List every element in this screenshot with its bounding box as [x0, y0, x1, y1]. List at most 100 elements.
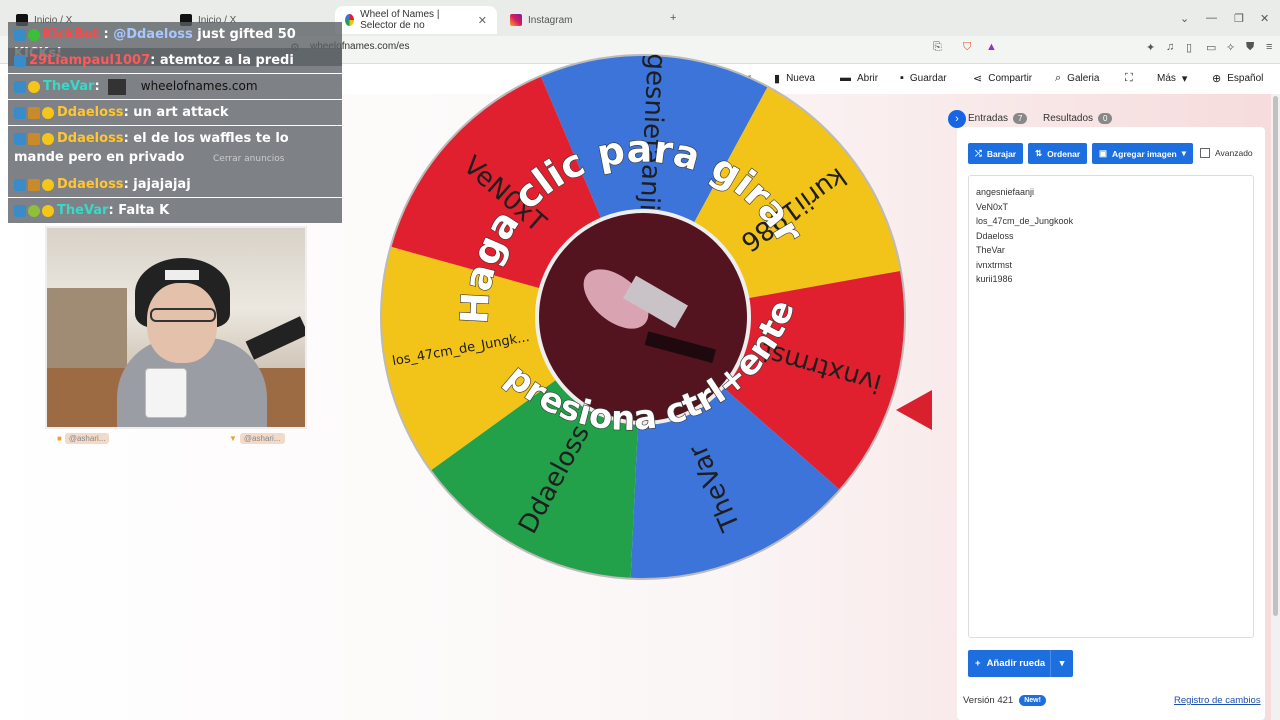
wheel-graphic[interactable]: gesniefaanji kurii1986ivnxtrmstTheVarDdae… [376, 39, 910, 595]
caret-down-icon: ▾ [1059, 658, 1065, 669]
gallery-label: Galeria [1067, 73, 1100, 84]
entries-count-badge: 7 [1013, 113, 1028, 124]
wheel-favicon-icon [345, 14, 355, 26]
advanced-checkbox[interactable] [1200, 148, 1210, 158]
moderator-badge-icon [14, 28, 26, 41]
add-wheel-dropdown[interactable]: ▾ [1050, 650, 1073, 677]
entry-line: TheVar [976, 245, 1005, 255]
tab-label: Wheel of Names | Selector de no [360, 9, 440, 31]
share-label: Compartir [988, 73, 1033, 84]
music-icon[interactable]: ♫ [1166, 41, 1174, 53]
shuffle-button[interactable]: ⤮ Barajar [968, 143, 1024, 164]
gift-badge-icon [42, 132, 54, 145]
sort-icon: ⇅ [1035, 148, 1043, 158]
tab-entries[interactable]: Entradas 7 [968, 113, 1028, 124]
chat-message: 29Liampaul1007: atemtoz a la predi [8, 48, 342, 73]
close-ads-text[interactable]: Cerrar anuncios [213, 154, 284, 164]
moderator-badge-icon [14, 132, 26, 145]
instagram-icon: ■ [57, 434, 62, 443]
shuffle-label: Barajar [986, 148, 1017, 159]
tab-results-label: Resultados [1043, 113, 1094, 124]
entry-line: Ddaeloss [976, 230, 1014, 241]
cam-person-face [147, 283, 217, 363]
entry-line: kurii1986 [976, 274, 1013, 284]
rewards-icon[interactable]: ▲ [986, 41, 997, 53]
sort-button[interactable]: ⇅ Ordenar [1028, 143, 1088, 164]
more-button[interactable]: Más ▾ [1157, 72, 1187, 85]
new-badge[interactable]: New! [1019, 695, 1046, 706]
social-handle-text: @ashari... [239, 433, 285, 444]
gallery-button[interactable]: ⌕ Galeria [1055, 72, 1099, 85]
sub-badge-icon [28, 106, 40, 119]
tab-search-icon[interactable]: ⌄ [1180, 12, 1189, 25]
save-label: Guardar [909, 72, 947, 84]
chat-username: 29Liampaul1007 [29, 53, 151, 68]
advanced-label: Avanzado [1215, 148, 1253, 158]
wheel[interactable]: gesniefaanji kurii1986 ivnxtrmst TheVar Ddae… [376, 39, 910, 595]
gift-badge-icon [42, 178, 54, 191]
entry-line: VeN0xT [976, 201, 1009, 212]
menu-icon[interactable]: ≡ [1266, 41, 1272, 53]
chat-username: KickBot [43, 27, 99, 42]
brave-shield-icon[interactable]: ⛉ [963, 41, 971, 54]
moderator-badge-icon [14, 80, 26, 93]
new-tab-icon[interactable]: + [670, 12, 676, 24]
share-button[interactable]: ⋖ Compartir [973, 72, 1032, 85]
maximize-icon[interactable]: ❐ [1234, 12, 1244, 25]
chat-username: TheVar [57, 203, 109, 218]
minimize-icon[interactable]: — [1206, 12, 1217, 24]
close-icon[interactable]: ✕ [478, 14, 487, 27]
sidebar-icon[interactable]: ▯ [1186, 41, 1192, 54]
vpn-icon[interactable]: ⛊ [1246, 41, 1254, 54]
caret-down-icon: ▾ [1181, 73, 1188, 85]
webcam-feed [45, 226, 307, 429]
add-image-button[interactable]: ▣ Agregar imagen ▾ [1092, 143, 1194, 164]
moderator-badge-icon [14, 54, 26, 67]
wallet-icon[interactable]: ▭ [1206, 41, 1216, 54]
language-button[interactable]: ⊕ Español [1212, 72, 1263, 85]
fullscreen-icon: ⛶ [1125, 72, 1133, 84]
add-wheel-button[interactable]: + Añadir rueda ▾ [968, 650, 1073, 677]
search-icon: ⌕ [1055, 72, 1062, 84]
collapse-panel-button[interactable]: › [948, 110, 966, 128]
extension-icon[interactable]: ✦ [1146, 41, 1155, 54]
language-label: Español [1227, 73, 1264, 84]
gift-badge-icon [42, 204, 54, 217]
chat-username: Ddaeloss [57, 177, 124, 192]
cam-microphone [245, 316, 305, 360]
chat-username: Ddaeloss [57, 131, 124, 146]
add-wheel-label: Añadir rueda [986, 658, 1046, 669]
add-image-label: Agregar imagen [1112, 148, 1177, 159]
entry-line: angesniefaanji [976, 187, 1035, 197]
advanced-toggle[interactable]: Avanzado [1200, 148, 1253, 158]
tab-results[interactable]: Resultados 0 [1043, 113, 1113, 124]
browser-tab[interactable]: Instagram [500, 6, 582, 34]
version-info: Versión 421 New! [963, 695, 1046, 706]
moderator-badge-icon [14, 204, 26, 217]
ai-icon[interactable]: ✧ [1226, 41, 1235, 54]
chat-username: Ddaeloss [57, 105, 124, 120]
chat-username: TheVar [43, 79, 95, 94]
chat-text: : atemtoz a la predi [150, 53, 294, 68]
verified-badge-icon [28, 28, 40, 41]
entries-textarea[interactable]: angesniefaanji VeN0xT los_47cm_de_Jungko… [968, 175, 1254, 638]
image-icon: ▣ [1099, 148, 1108, 158]
fullscreen-button[interactable]: ⛶ [1125, 72, 1133, 85]
window-close-icon[interactable]: ✕ [1260, 12, 1269, 25]
gift-badge-icon [42, 106, 54, 119]
chat-text: : [94, 79, 100, 94]
chat-text: : jajajajaj [123, 177, 191, 192]
sub-badge-icon [28, 178, 40, 191]
results-count-badge: 0 [1098, 113, 1113, 124]
chat-message: Ddaeloss: un art attack [8, 100, 342, 125]
translate-icon[interactable]: ⎘ [933, 41, 942, 54]
shuffle-icon: ⤮ [975, 148, 982, 158]
chat-message: TheVar: Falta K [8, 198, 342, 223]
tab-label: Instagram [528, 14, 573, 26]
scrollbar-thumb[interactable] [1273, 96, 1278, 616]
cam-mug [145, 368, 187, 418]
chat-message: Ddaeloss: el de los waffles te lo mande … [8, 126, 342, 172]
changelog-link[interactable]: Registro de cambios [1174, 695, 1261, 706]
browser-tab-active[interactable]: Wheel of Names | Selector de no ✕ [335, 6, 497, 34]
wheel-pointer [896, 390, 932, 430]
